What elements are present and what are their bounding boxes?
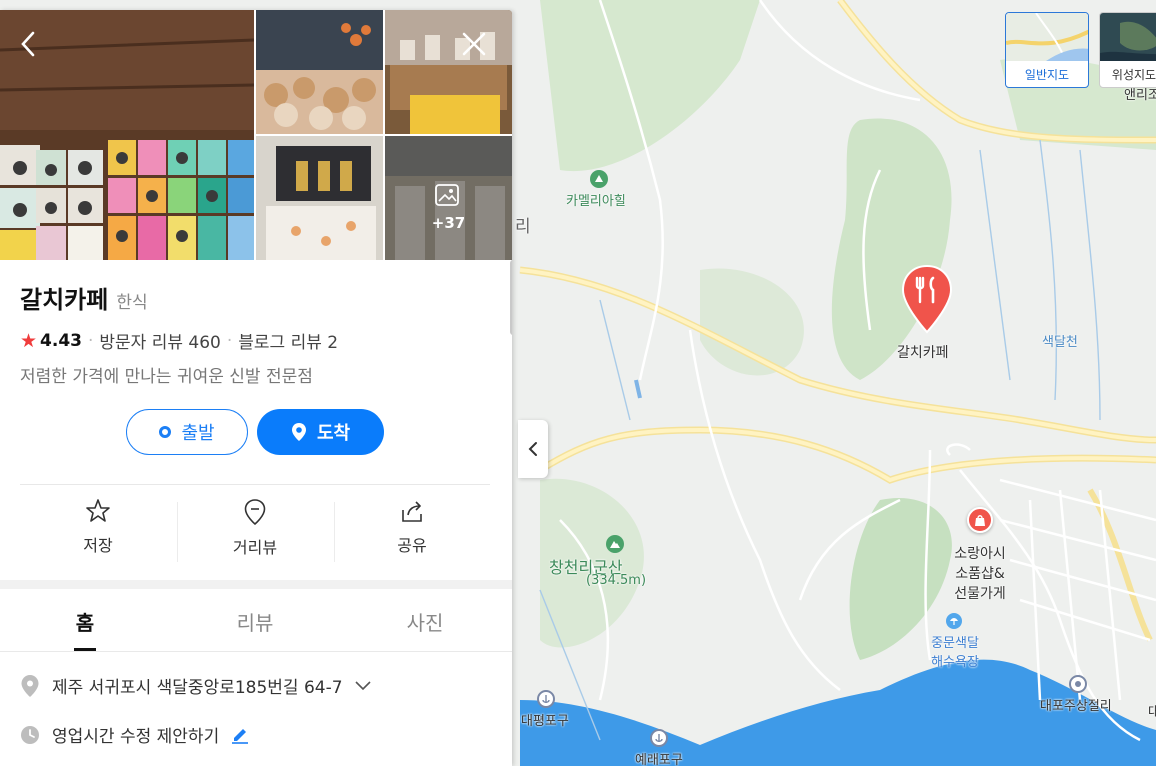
- place-category: 한식: [116, 293, 148, 313]
- blog-reviews-link[interactable]: 블로그 리뷰 2: [238, 328, 338, 353]
- arrive-button-label: 도착: [316, 423, 351, 444]
- hours-edit-text[interactable]: 영업시간 수정 제안하기: [52, 722, 219, 747]
- address-row[interactable]: 제주 서귀포시 색달중앙로185번길 64-7: [20, 673, 371, 698]
- visitor-reviews-link[interactable]: 방문자 리뷰 460: [99, 328, 220, 353]
- place-name: 갈치카페: [20, 286, 109, 314]
- map-label-changcheon-height: (334.5m): [586, 573, 647, 588]
- port-icon: [650, 729, 668, 747]
- tree-icon: [590, 170, 608, 188]
- map-label-ri: 리: [515, 217, 531, 237]
- origin-dot-icon: [159, 426, 172, 438]
- star-icon: ★: [20, 329, 38, 352]
- hours-row[interactable]: 영업시간 수정 제안하기: [20, 722, 249, 747]
- photo-gallery[interactable]: +37: [0, 10, 512, 260]
- tab-home[interactable]: 홈: [0, 590, 170, 652]
- tab-bar: 홈 리뷰 사진: [0, 590, 512, 652]
- divider: [20, 484, 490, 485]
- street-view-label: 거리뷰: [232, 538, 278, 557]
- shopping-bag-icon[interactable]: [967, 507, 993, 533]
- map-label-saekdal-stream: 색달천: [1042, 335, 1078, 350]
- place-description: 저렴한 가격에 만나는 귀여운 신발 전문점: [20, 367, 313, 387]
- satellite-map-thumbnail: [1100, 13, 1156, 61]
- map-label-jungmun-beach[interactable]: 중문색달 해수욕장: [922, 632, 988, 670]
- photo-thumbnail[interactable]: [385, 10, 512, 134]
- close-button[interactable]: [458, 28, 490, 60]
- photo-thumbnail[interactable]: [256, 10, 383, 134]
- restaurant-pin[interactable]: [901, 264, 953, 336]
- tab-reviews[interactable]: 리뷰: [170, 590, 340, 652]
- place-detail-panel: +37 갈치카페 한식 ★ 4.43 · 방문자 리뷰 460 · 블로그 리뷰…: [0, 10, 512, 766]
- more-photos-count: +37: [431, 214, 466, 232]
- section-divider: [0, 580, 512, 589]
- map-type-satellite-button[interactable]: 위성지도: [1099, 12, 1156, 88]
- star-outline-icon: [86, 499, 110, 522]
- chevron-left-icon: [21, 31, 35, 57]
- start-button-label: 출발: [181, 423, 215, 444]
- rating-value: 4.43: [40, 330, 82, 351]
- close-icon: [462, 32, 486, 56]
- collapse-panel-button[interactable]: [518, 420, 548, 478]
- chevron-left-icon: [528, 442, 537, 456]
- normal-map-thumbnail: [1006, 13, 1088, 62]
- map-label-da: 대: [1148, 705, 1156, 720]
- address-text: 제주 서귀포시 색달중앙로185번길 64-7: [52, 678, 343, 698]
- map-label-yerae-port[interactable]: 예래포구: [635, 749, 683, 766]
- back-button[interactable]: [12, 28, 44, 60]
- map-label-galchi-cafe[interactable]: 갈치카페: [897, 342, 949, 362]
- more-photos-button[interactable]: +37: [385, 136, 512, 260]
- panel-scrollbar[interactable]: [510, 260, 512, 335]
- arrive-button[interactable]: 도착: [257, 409, 384, 455]
- map-label-daepyeong-port[interactable]: 대평포구: [521, 710, 569, 729]
- save-button[interactable]: 저장: [20, 498, 176, 570]
- beach-icon: [946, 613, 962, 629]
- photo-thumbnail[interactable]: [256, 136, 383, 260]
- share-icon: [402, 501, 422, 522]
- map-label-camellia-hill[interactable]: 카멜리아힐: [566, 190, 626, 209]
- location-pin-icon: [21, 674, 39, 697]
- start-button[interactable]: 출발: [126, 409, 248, 455]
- rating-row: ★ 4.43 · 방문자 리뷰 460 · 블로그 리뷰 2: [20, 328, 338, 354]
- fork-knife-icon: [901, 264, 953, 334]
- clock-icon: [21, 725, 39, 744]
- active-tab-indicator: [74, 648, 96, 651]
- map-label-daepo[interactable]: 대포주상절리: [1040, 695, 1112, 714]
- chevron-down-icon[interactable]: [354, 680, 371, 691]
- separator-dot: ·: [88, 330, 94, 351]
- place-title-row: 갈치카페 한식: [20, 280, 148, 315]
- share-label: 공유: [397, 536, 427, 555]
- street-view-button[interactable]: 거리뷰: [177, 498, 333, 570]
- mountain-icon: [606, 535, 624, 553]
- location-pin-outline-icon: [244, 499, 266, 526]
- map-label-sorang[interactable]: 소랑아시 소품샵& 선물가게: [940, 543, 1020, 603]
- location-pin-icon: [291, 423, 306, 441]
- landmark-icon: [1069, 675, 1087, 693]
- share-button[interactable]: 공유: [334, 498, 490, 570]
- pencil-icon[interactable]: [231, 726, 249, 744]
- image-icon: [435, 184, 459, 210]
- tab-photos[interactable]: 사진: [340, 590, 510, 652]
- map-type-normal-button[interactable]: 일반지도: [1005, 12, 1089, 88]
- port-icon: [537, 690, 555, 708]
- separator-dot: ·: [226, 330, 233, 351]
- save-label: 저장: [83, 536, 113, 555]
